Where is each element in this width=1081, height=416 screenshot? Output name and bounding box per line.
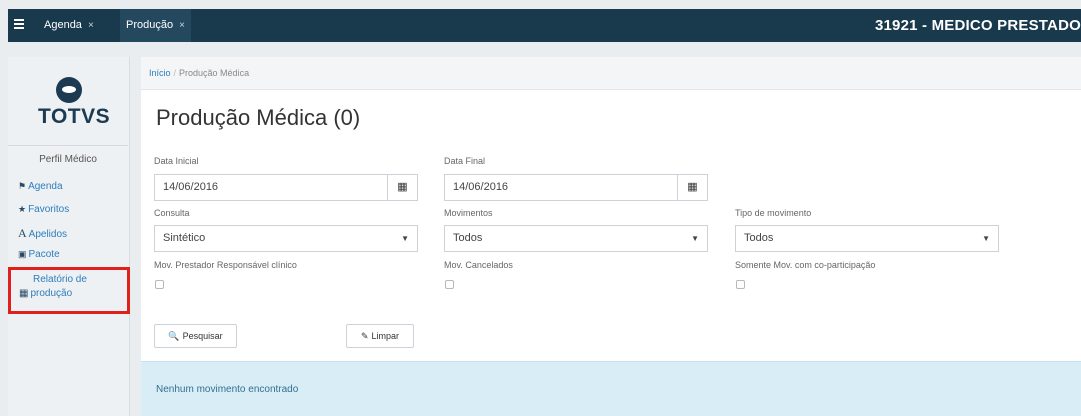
sidebar-item-pacote[interactable]: ▣ Pacote	[18, 249, 60, 260]
breadcrumb: Início / Produção Médica	[141, 57, 1081, 90]
sidebar-item-label: Favoritos	[28, 204, 70, 215]
chevron-down-icon: ▼	[691, 234, 699, 243]
breadcrumb-current: Produção Médica	[179, 68, 250, 78]
pesquisar-label: Pesquisar	[182, 331, 223, 341]
tab-agenda[interactable]: Agenda ×	[38, 9, 100, 42]
hamburger-menu-icon[interactable]	[14, 17, 30, 33]
tipo-movimento-select[interactable]: Todos ▼	[735, 225, 999, 252]
movimentos-label: Movimentos	[444, 208, 493, 218]
tab-label: Produção	[126, 19, 174, 31]
consulta-select[interactable]: Sintético ▼	[154, 225, 418, 252]
pesquisar-button[interactable]: 🔍 Pesquisar	[154, 324, 237, 348]
totvs-logo: TOTVS	[38, 77, 111, 129]
sidebar-item-label: produção	[30, 288, 73, 299]
data-inicial-label: Data Inicial	[154, 156, 199, 166]
tipo-movimento-value: Todos	[744, 232, 774, 244]
totvs-logo-mark	[56, 77, 82, 103]
chevron-down-icon: ▼	[982, 234, 990, 243]
breadcrumb-separator: /	[173, 68, 177, 78]
chevron-down-icon: ▼	[401, 234, 409, 243]
sidebar-item-relatorio-producao[interactable]: Relatório de ▦ produção	[8, 267, 130, 314]
mov-cancelados-checkbox[interactable]	[445, 280, 454, 289]
mov-prestador-label: Mov. Prestador Responsável clínico	[154, 260, 297, 270]
user-provider-label: 31921 - MEDICO PRESTADO	[874, 17, 1081, 34]
home-icon: ⚑	[18, 181, 27, 191]
search-icon: 🔍	[168, 331, 180, 341]
somente-mov-label: Somente Mov. com co-participação	[735, 260, 876, 270]
logo-text: TOTVS	[38, 105, 111, 128]
profile-title: Perfil Médico	[39, 154, 97, 165]
page-title: Produção Médica (0)	[156, 105, 361, 130]
tab-producao[interactable]: Produção ×	[120, 9, 191, 42]
font-icon: A	[18, 226, 27, 240]
main-content: Início / Produção Médica Produção Médica (…	[141, 57, 1081, 416]
sidebar-item-favoritos[interactable]: ★ Favoritos	[18, 204, 69, 215]
sidebar-item-label: Pacote	[28, 249, 60, 260]
consulta-label: Consulta	[154, 208, 190, 218]
top-navbar: Agenda × Produção × 31921 - MEDICO PRESTAD…	[8, 9, 1081, 42]
table-icon: ▦	[19, 288, 29, 299]
tipo-movimento-label: Tipo de movimento	[735, 208, 812, 218]
consulta-value: Sintético	[163, 232, 206, 244]
data-inicial-input[interactable]: 14/06/2016	[154, 174, 388, 201]
briefcase-icon: ▣	[18, 249, 27, 259]
somente-mov-checkbox[interactable]	[736, 280, 745, 289]
sidebar: TOTVS Perfil Médico ⚑ Agenda ★ Favoritos A…	[8, 57, 130, 416]
limpar-label: Limpar	[371, 331, 400, 341]
movimentos-value: Todos	[453, 232, 483, 244]
sidebar-item-label-line2: ▦ produção	[19, 288, 72, 299]
sidebar-divider	[8, 145, 128, 146]
data-final-input[interactable]: 14/06/2016	[444, 174, 678, 201]
pencil-icon: ✎	[360, 331, 369, 341]
sidebar-item-label: Relatório de	[33, 274, 87, 285]
movimentos-select[interactable]: Todos ▼	[444, 225, 708, 252]
sidebar-item-apelidos[interactable]: A Apelidos	[18, 226, 67, 241]
breadcrumb-home-link[interactable]: Início	[149, 68, 171, 78]
calendar-icon[interactable]: ▦	[388, 174, 418, 201]
tab-label: Agenda	[44, 19, 82, 31]
sidebar-item-label: Apelidos	[28, 229, 68, 240]
close-tab-icon[interactable]: ×	[88, 20, 94, 31]
data-final-label: Data Final	[444, 156, 486, 166]
no-results-alert: Nenhum movimento encontrado	[141, 361, 1081, 416]
close-tab-icon[interactable]: ×	[179, 20, 185, 31]
mov-prestador-checkbox[interactable]	[155, 280, 164, 289]
calendar-icon[interactable]: ▦	[678, 174, 708, 201]
limpar-button[interactable]: ✎ Limpar	[346, 324, 414, 348]
mov-cancelados-label: Mov. Cancelados	[444, 260, 513, 270]
sidebar-item-agenda[interactable]: ⚑ Agenda	[18, 181, 63, 192]
sidebar-item-label: Agenda	[28, 181, 63, 192]
star-icon: ★	[18, 204, 27, 214]
